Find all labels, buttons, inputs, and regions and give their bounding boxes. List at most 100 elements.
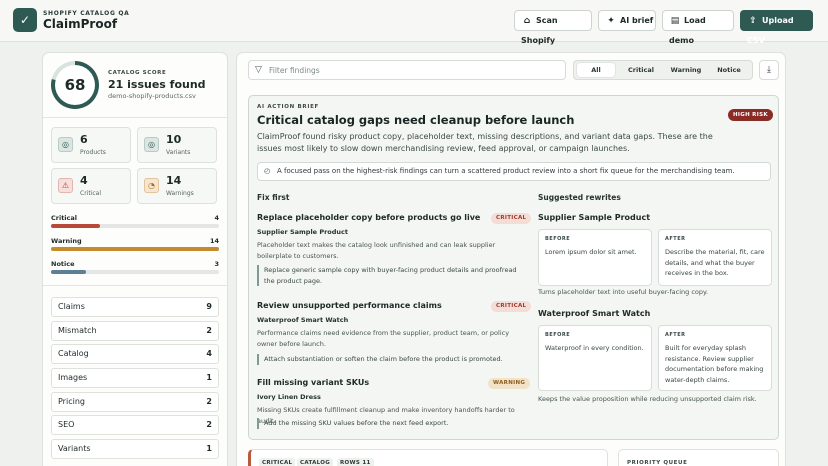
scan-shopify-button[interactable]: ⌂ Scan Shopify: [514, 10, 592, 45]
stat-warnings: ◔ 14 Warnings: [137, 168, 217, 204]
score-label: CATALOG SCORE: [108, 70, 167, 76]
fix-product: Waterproof Smart Watch: [257, 316, 349, 324]
stat-value: 4: [80, 174, 88, 187]
stat-critical: ⚠ 4 Critical: [51, 168, 131, 204]
store-icon: ⌂: [523, 16, 531, 26]
tab-all[interactable]: All: [577, 63, 615, 77]
category-label: SEO: [58, 420, 75, 429]
severity-bar-fill: [51, 247, 219, 251]
stat-label: Critical: [80, 190, 101, 197]
stat-label: Products: [80, 149, 106, 156]
rewrite-before: BEFORE Lorem ipsum dolor sit amet.: [538, 229, 652, 286]
severity-bar: [51, 224, 219, 228]
category-count: 2: [206, 420, 212, 429]
finding-tag: CRITICAL: [259, 458, 296, 466]
divider: [43, 117, 227, 118]
filter-input[interactable]: [269, 64, 559, 77]
fix-action: Attach substantiation or soften the clai…: [257, 354, 519, 365]
category-label: Catalog: [58, 349, 89, 358]
app-subtitle: SHOPIFY CATALOG QA: [43, 10, 130, 17]
category-label: Pricing: [58, 397, 85, 406]
category-mismatch[interactable]: Mismatch 2: [51, 321, 219, 341]
severity-count: 14: [209, 237, 219, 245]
fix-description: Placeholder text makes the catalog look …: [257, 241, 496, 260]
severity-label: Critical: [51, 214, 78, 222]
download-button[interactable]: ⤓: [759, 60, 779, 80]
stat-label: Warnings: [166, 190, 194, 197]
category-label: Mismatch: [58, 326, 97, 335]
fix-action: Replace generic sample copy with buyer-f…: [257, 265, 519, 286]
severity-badge: CRITICAL: [491, 213, 532, 224]
layers-icon: ◎: [144, 137, 159, 152]
after-label: AFTER: [665, 236, 686, 242]
ai-brief-button[interactable]: ✦ AI brief: [598, 10, 656, 31]
after-label: AFTER: [665, 332, 686, 338]
category-label: Images: [58, 373, 88, 382]
issues-title: 21 issues found: [108, 78, 206, 91]
sidebar: 68 CATALOG SCORE 21 issues found demo-sh…: [42, 52, 228, 466]
after-text: Built for everyday splash resistance. Re…: [665, 344, 764, 384]
upload-csv-button[interactable]: ⇪ Upload CSV: [740, 10, 813, 45]
ai-brief-label: AI brief: [620, 16, 654, 25]
fix-title: Fill missing variant SKUs: [257, 378, 370, 387]
ai-action-brief: AI ACTION BRIEF Critical catalog gaps ne…: [248, 95, 779, 440]
category-images[interactable]: Images 1: [51, 368, 219, 388]
rewrite-before: BEFORE Waterproof in every condition.: [538, 325, 652, 391]
category-claims[interactable]: Claims 9: [51, 297, 219, 317]
category-seo[interactable]: SEO 2: [51, 415, 219, 435]
stat-value: 6: [80, 133, 88, 146]
priority-queue-label: PRIORITY QUEUE: [627, 460, 688, 466]
tab-critical[interactable]: Critical: [619, 63, 663, 77]
fix-product: Supplier Sample Product: [257, 228, 349, 236]
tab-warning[interactable]: Warning: [664, 63, 708, 77]
severity-badge: WARNING: [488, 378, 531, 389]
fix-action: Add the missing SKU values before the ne…: [257, 418, 519, 429]
category-label: Claims: [58, 302, 85, 311]
severity-label: Warning: [51, 237, 82, 245]
load-demo-button[interactable]: ▤ Load demo: [662, 10, 734, 45]
category-pricing[interactable]: Pricing 2: [51, 392, 219, 412]
before-text: Lorem ipsum dolor sit amet.: [545, 248, 637, 256]
tab-notice[interactable]: Notice: [708, 63, 750, 77]
severity-bar: [51, 247, 219, 251]
category-count: 2: [206, 326, 212, 335]
rewrite-after: AFTER Built for everyday splash resistanc…: [658, 325, 772, 391]
rewrite-note: Turns placeholder text into useful buyer…: [538, 288, 709, 296]
brief-description: ClaimProof found risky product copy, pla…: [257, 132, 713, 153]
box-icon: ◎: [58, 137, 73, 152]
shield-check-icon: ✓: [13, 8, 37, 32]
filter-icon: ▽: [255, 65, 262, 75]
severity-bar-fill: [51, 270, 87, 274]
brief-note-text: A focused pass on the highest-risk findi…: [277, 167, 735, 175]
rewrite-note: Keeps the value proposition while reduci…: [538, 395, 757, 403]
severity-bar-fill: [51, 224, 100, 228]
rewrite-product: Supplier Sample Product: [538, 213, 651, 222]
stat-label: Variants: [166, 149, 191, 156]
fix-title: Review unsupported performance claims: [257, 301, 442, 310]
severity-badge: CRITICAL: [491, 301, 532, 312]
before-label: BEFORE: [545, 236, 571, 242]
risk-badge: HIGH RISK: [728, 109, 773, 121]
category-label: Variants: [58, 444, 91, 453]
category-count: 1: [206, 373, 212, 382]
fix-first-heading: Fix first: [257, 193, 290, 202]
score-value: 68: [55, 65, 95, 105]
rewrite-after: AFTER Describe the material, fit, care de…: [658, 229, 772, 286]
file-name: demo-shopify-products.csv: [108, 92, 196, 100]
category-count: 9: [206, 302, 212, 311]
category-variants[interactable]: Variants 1: [51, 439, 219, 459]
filter-box: ▽: [248, 60, 566, 80]
sparkles-icon: ✦: [607, 16, 615, 26]
suggested-rewrites-heading: Suggested rewrites: [538, 193, 621, 202]
severity-count: 3: [214, 260, 219, 268]
app-title: ClaimProof: [43, 17, 118, 31]
category-catalog[interactable]: Catalog 4: [51, 344, 219, 364]
severity-count: 4: [214, 214, 219, 222]
category-count: 1: [206, 444, 212, 453]
finding-card[interactable]: CRITICAL CATALOG ROWS 11: [248, 449, 608, 466]
stat-products: ◎ 6 Products: [51, 127, 131, 163]
before-label: BEFORE: [545, 332, 571, 338]
rewrite-product: Waterproof Smart Watch: [538, 309, 651, 318]
finding-tag: CATALOG: [297, 458, 334, 466]
app-header: ✓ SHOPIFY CATALOG QA ClaimProof ⌂ Scan Sh…: [0, 0, 828, 45]
